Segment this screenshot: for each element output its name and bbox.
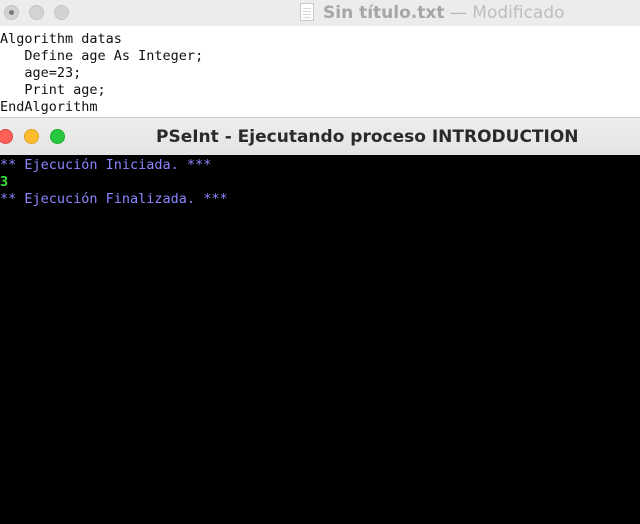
- editor-window-title: Sin título.txt — Modificado: [323, 2, 565, 24]
- console-close-icon[interactable]: [0, 129, 13, 144]
- text-document-icon: [300, 3, 314, 21]
- code-line[interactable]: Define age As Integer;: [0, 47, 203, 65]
- editor-text-area[interactable]: Algorithm datas Define age As Integer; a…: [0, 26, 640, 117]
- code-line[interactable]: Algorithm datas: [0, 30, 122, 48]
- editor-modified-status: Modificado: [472, 3, 565, 23]
- console-line-start: ** Ejecución Iniciada. ***: [0, 157, 212, 173]
- console-titlebar[interactable]: PSeInt - Ejecutando proceso INTRODUCTION: [0, 117, 640, 155]
- editor-file-name: Sin título.txt: [323, 3, 445, 23]
- console-line-output: 3: [0, 174, 9, 190]
- console-line-end: ** Ejecución Finalizada. ***: [0, 191, 228, 207]
- console-window-title: PSeInt - Ejecutando proceso INTRODUCTION: [156, 127, 579, 147]
- code-line[interactable]: Print age;: [0, 81, 105, 99]
- console-output: ** Ejecución Iniciada. *** 3 ** Ejecució…: [0, 155, 640, 524]
- code-line[interactable]: EndAlgorithm: [0, 98, 98, 116]
- editor-close-icon[interactable]: [4, 5, 19, 20]
- editor-titlebar[interactable]: Sin título.txt — Modificado: [0, 0, 640, 26]
- editor-title-separator: —: [449, 3, 467, 23]
- editor-minimize-icon[interactable]: [29, 5, 44, 20]
- editor-zoom-icon[interactable]: [54, 5, 69, 20]
- screen: Sin título.txt — Modificado Algorithm da…: [0, 0, 640, 524]
- code-line[interactable]: age=23;: [0, 64, 81, 82]
- console-zoom-icon[interactable]: [50, 129, 65, 144]
- console-minimize-icon[interactable]: [24, 129, 39, 144]
